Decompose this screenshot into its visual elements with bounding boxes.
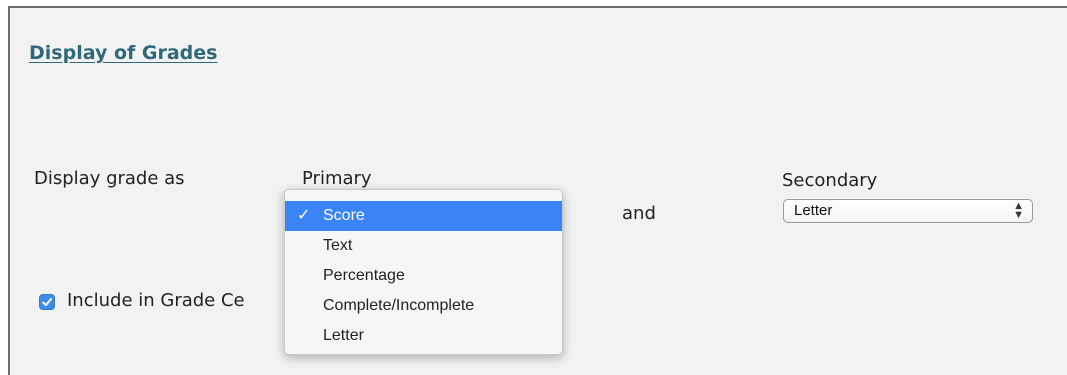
include-checkbox[interactable] (39, 294, 55, 310)
option-label: Percentage (323, 267, 405, 284)
include-checkbox-label: Include in Grade Ce (67, 290, 245, 311)
option-label: Score (323, 207, 365, 224)
dropdown-option-letter[interactable]: Letter (285, 321, 562, 351)
check-icon: ✓ (297, 207, 311, 224)
select-arrows-icon: ▲ ▼ (1013, 200, 1024, 221)
dropdown-option-percentage[interactable]: Percentage (285, 261, 562, 291)
primary-dropdown-menu[interactable]: ✓ Score Text Percentage Complete/Incompl… (284, 189, 563, 355)
and-label: and (622, 203, 656, 224)
section-title[interactable]: Display of Grades (29, 42, 217, 64)
grades-panel: Display of Grades Display grade as Prima… (8, 6, 1067, 375)
option-label: Complete/Incomplete (323, 297, 475, 314)
dropdown-option-score[interactable]: ✓ Score (285, 201, 562, 231)
secondary-select-value: Letter (794, 202, 833, 219)
display-grade-label: Display grade as (34, 168, 185, 189)
checkmark-icon (42, 298, 52, 306)
primary-label: Primary (302, 168, 372, 189)
secondary-select[interactable]: Letter ▲ ▼ (783, 199, 1033, 223)
option-label: Letter (323, 327, 364, 344)
secondary-label: Secondary (782, 170, 878, 191)
dropdown-option-text[interactable]: Text (285, 231, 562, 261)
option-label: Text (323, 237, 353, 254)
dropdown-option-complete-incomplete[interactable]: Complete/Incomplete (285, 291, 562, 321)
